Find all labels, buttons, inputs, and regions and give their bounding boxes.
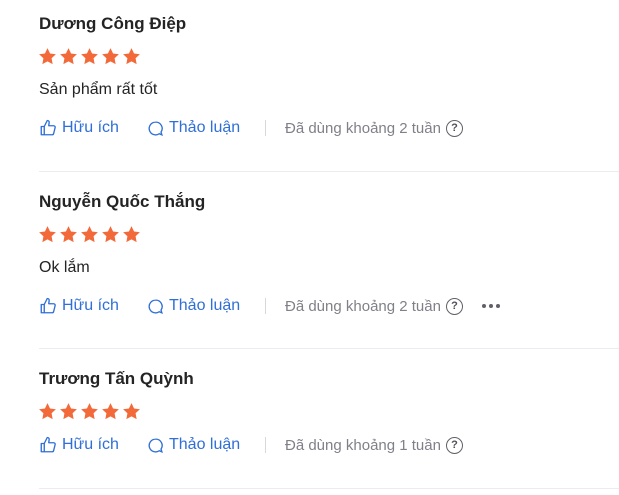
rating-stars [38, 225, 141, 244]
usage-duration-text: Đã dùng khoảng 1 tuần [285, 436, 441, 454]
reviewer-name: Nguyễn Quốc Thắng [39, 192, 206, 211]
star-icon [101, 402, 120, 421]
review-text: Ok lắm [39, 259, 90, 276]
star-icon [38, 47, 57, 66]
review-actions: Hữu ích Thảo luận Đã dùng khoảng 2 tuần … [39, 117, 463, 139]
usage-duration: Đã dùng khoảng 2 tuần ? [285, 297, 463, 315]
star-icon [122, 47, 141, 66]
discuss-button[interactable]: Thảo luận [147, 119, 265, 137]
discuss-label: Thảo luận [169, 436, 241, 453]
star-icon [59, 47, 78, 66]
chat-bubble-icon [147, 120, 164, 137]
thumbs-up-icon [39, 119, 57, 137]
question-circle-icon[interactable]: ? [445, 436, 463, 454]
discuss-button[interactable]: Thảo luận [147, 436, 265, 454]
separator [265, 120, 266, 136]
discuss-label: Thảo luận [169, 119, 241, 136]
star-icon [80, 47, 99, 66]
separator [265, 298, 266, 314]
helpful-label: Hữu ích [62, 436, 119, 453]
rating-stars [38, 47, 141, 66]
usage-duration: Đã dùng khoảng 2 tuần ? [285, 119, 463, 137]
helpful-label: Hữu ích [62, 119, 119, 136]
divider [39, 348, 619, 349]
star-icon [101, 225, 120, 244]
star-icon [122, 402, 141, 421]
star-icon [80, 402, 99, 421]
review-actions: Hữu ích Thảo luận Đã dùng khoảng 2 tuần … [39, 295, 500, 317]
chat-bubble-icon [147, 437, 164, 454]
usage-duration: Đã dùng khoảng 1 tuần ? [285, 436, 463, 454]
helpful-label: Hữu ích [62, 297, 119, 314]
star-icon [59, 402, 78, 421]
helpful-button[interactable]: Hữu ích [39, 297, 147, 315]
star-icon [80, 225, 99, 244]
rating-stars [38, 402, 141, 421]
discuss-label: Thảo luận [169, 297, 241, 314]
helpful-button[interactable]: Hữu ích [39, 119, 147, 137]
chat-bubble-icon [147, 298, 164, 315]
star-icon [38, 225, 57, 244]
reviewer-name: Dương Công Điệp [39, 14, 187, 33]
divider [39, 171, 619, 172]
star-icon [38, 402, 57, 421]
divider [39, 488, 619, 489]
review-text: Sản phẩm rất tốt [39, 81, 158, 98]
usage-duration-text: Đã dùng khoảng 2 tuần [285, 119, 441, 137]
star-icon [59, 225, 78, 244]
separator [265, 437, 266, 453]
more-horizontal-icon[interactable] [481, 304, 500, 308]
review-actions: Hữu ích Thảo luận Đã dùng khoảng 1 tuần … [39, 434, 463, 456]
thumbs-up-icon [39, 297, 57, 315]
reviewer-name: Trương Tấn Quỳnh [39, 369, 194, 388]
thumbs-up-icon [39, 436, 57, 454]
discuss-button[interactable]: Thảo luận [147, 297, 265, 315]
star-icon [101, 47, 120, 66]
question-circle-icon[interactable]: ? [445, 119, 463, 137]
helpful-button[interactable]: Hữu ích [39, 436, 147, 454]
question-circle-icon[interactable]: ? [445, 297, 463, 315]
usage-duration-text: Đã dùng khoảng 2 tuần [285, 297, 441, 315]
star-icon [122, 225, 141, 244]
